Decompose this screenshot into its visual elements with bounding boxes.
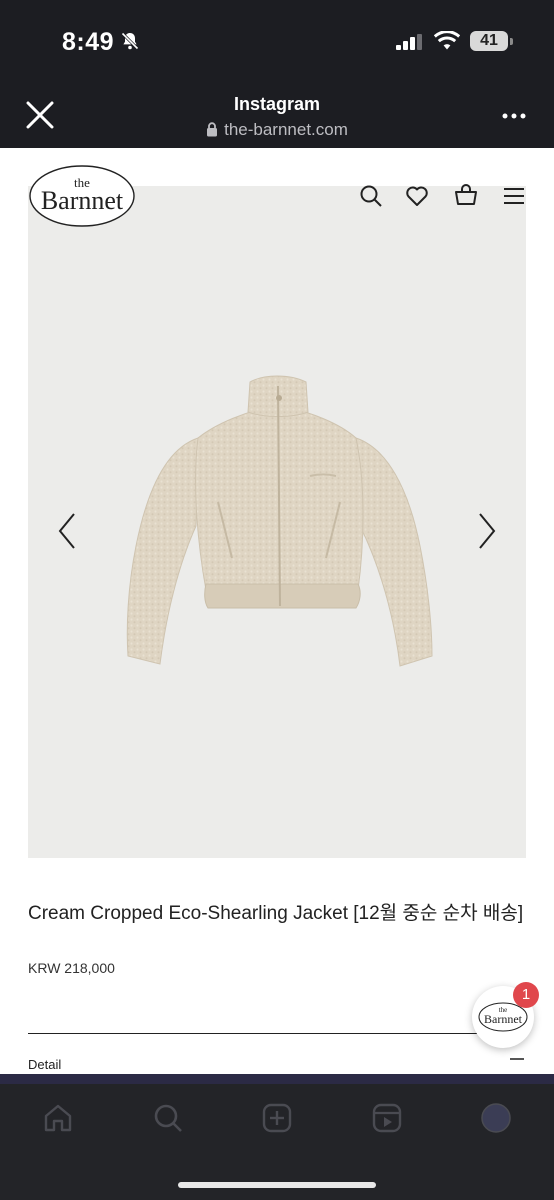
lock-icon <box>207 122 218 137</box>
tab-bar-edge <box>0 1074 554 1084</box>
chat-notification-badge: 1 <box>513 982 539 1008</box>
status-bar: 8:49 41 <box>0 0 554 82</box>
profile-avatar[interactable] <box>480 1102 512 1134</box>
screen: 8:49 41 Instagram the-barnnet.com the Ba… <box>0 0 554 1200</box>
browser-url-text: the-barnnet.com <box>224 120 348 139</box>
menu-icon[interactable] <box>502 184 526 208</box>
status-time: 8:49 <box>62 28 115 56</box>
barnnet-logo[interactable]: the Barnnet <box>28 164 136 228</box>
svg-text:Barnnet: Barnnet <box>41 186 124 215</box>
detail-accordion-label[interactable]: Detail <box>28 1057 61 1072</box>
browser-title: Instagram <box>233 94 321 114</box>
create-icon[interactable] <box>261 1102 293 1134</box>
search-tab-icon[interactable] <box>152 1102 184 1134</box>
collapse-icon[interactable] <box>510 1058 524 1060</box>
battery-level: 41 <box>470 31 508 51</box>
prev-image-arrow[interactable] <box>56 511 78 551</box>
wifi-icon <box>434 31 460 50</box>
product-image <box>126 375 433 667</box>
jacket-illustration <box>126 375 433 667</box>
browser-url[interactable]: the-barnnet.com <box>0 120 554 140</box>
next-image-arrow[interactable] <box>476 511 498 551</box>
search-icon[interactable] <box>359 184 383 208</box>
web-page: the Barnnet Cream Cropped Eco-Shearling … <box>0 148 554 1074</box>
more-options-icon[interactable] <box>502 112 526 120</box>
section-divider <box>28 1033 498 1034</box>
cell-signal-icon <box>396 34 422 50</box>
svg-text:Barnnet: Barnnet <box>484 1012 523 1026</box>
product-image-carousel[interactable] <box>28 186 526 858</box>
battery-tip <box>510 38 513 45</box>
heart-icon[interactable] <box>405 184 429 208</box>
bag-icon[interactable] <box>454 184 478 208</box>
home-icon[interactable] <box>42 1102 74 1134</box>
product-title: Cream Cropped Eco-Shearling Jacket [12월 … <box>28 903 524 924</box>
product-price: KRW 218,000 <box>28 960 115 976</box>
browser-header: Instagram the-barnnet.com <box>0 82 554 148</box>
bell-muted-icon <box>121 32 139 50</box>
home-indicator <box>178 1182 376 1188</box>
reels-icon[interactable] <box>371 1102 403 1134</box>
